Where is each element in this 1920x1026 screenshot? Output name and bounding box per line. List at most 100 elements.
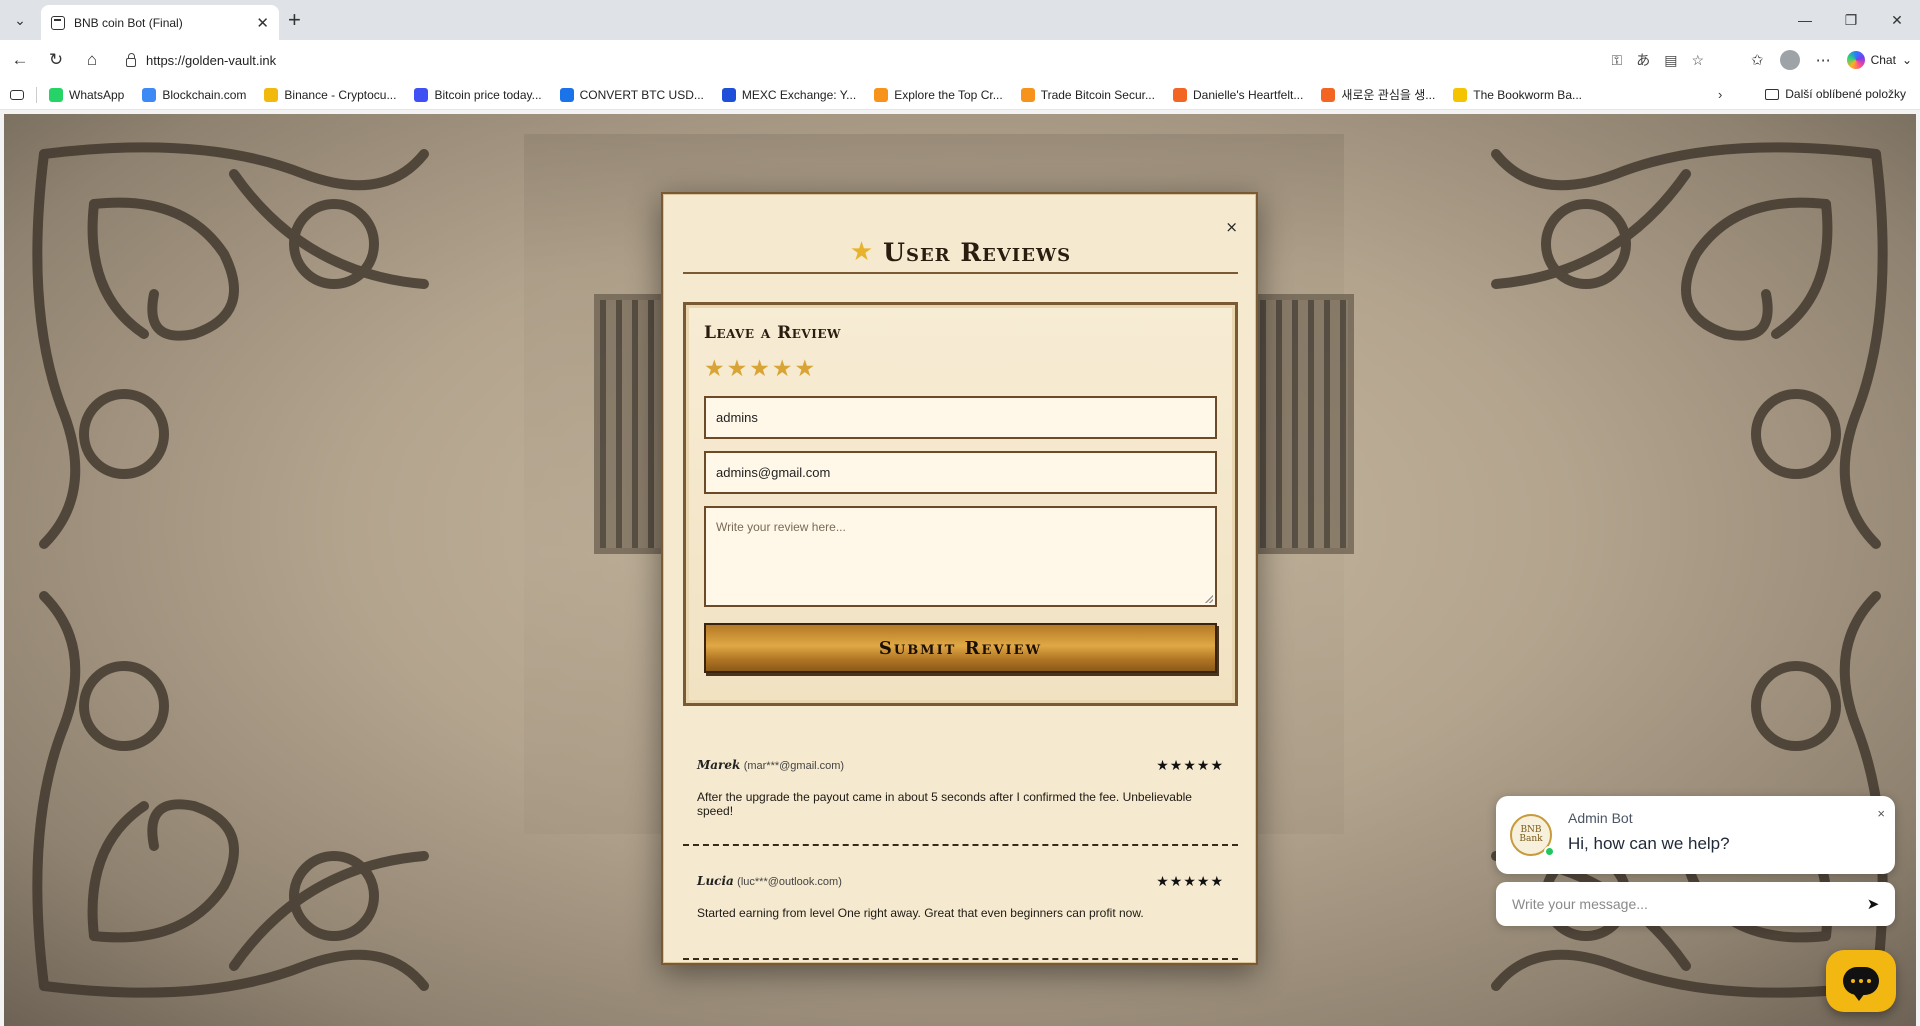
bookmark-label: 새로운 관심을 생... (1341, 88, 1436, 102)
other-bookmarks-folder[interactable]: Další oblíbené položky (1765, 87, 1906, 101)
bookmark-label: The Bookworm Ba... (1473, 87, 1582, 102)
star-rating-picker: ★ ★ ★ ★ ★ (704, 358, 1217, 381)
bookmark-favicon-icon (1453, 87, 1468, 102)
lock-icon[interactable] (126, 52, 136, 67)
new-tab-plus-icon[interactable]: + (288, 6, 301, 34)
ornament-corner-bottom-left (4, 556, 564, 1026)
bookmarks-bar: WhatsApp Blockchain.com Binance - Cryptocu… (0, 80, 1920, 110)
chat-bubble-icon (1843, 967, 1879, 1001)
bookmarks-overflow-chevron-icon[interactable]: › (1718, 87, 1722, 102)
chat-close-icon[interactable]: × (1877, 806, 1885, 821)
bookmark-label: Danielle's Heartfelt... (1192, 87, 1304, 102)
tab-favicon-icon (51, 15, 65, 30)
barred-window-right (1254, 294, 1354, 554)
reader-icon[interactable]: ▤ (1664, 52, 1677, 69)
translate-icon[interactable]: あ (1636, 50, 1650, 70)
bookmark-favicon-icon (414, 87, 429, 102)
rating-star-icon[interactable]: ★ (704, 358, 725, 381)
url-text[interactable]: https://golden-vault.ink (146, 53, 276, 68)
bookmark-item[interactable]: WhatsApp (49, 86, 124, 103)
window-controls: — ❐ ✕ (1782, 0, 1920, 40)
review-text: After the upgrade the payout came in abo… (697, 790, 1192, 818)
favorite-star-icon[interactable]: ☆ (1691, 52, 1704, 69)
window-close-icon[interactable]: ✕ (1874, 0, 1920, 40)
name-input[interactable]: admins (704, 396, 1217, 439)
bookmark-list: WhatsApp Blockchain.com Binance - Cryptocu… (49, 86, 1600, 103)
favorites-icon[interactable]: ✩ (1751, 51, 1764, 69)
review-item: Lucia (luc***@outlook.com) ★★★★★ Started… (683, 872, 1238, 960)
bookmark-item[interactable]: Bitcoin price today... (414, 86, 542, 103)
reviewer: Lucia (luc***@outlook.com) (697, 874, 842, 888)
rating-star-icon[interactable]: ★ (795, 358, 816, 381)
tab-close-icon[interactable]: ✕ (256, 14, 269, 32)
copilot-icon (1846, 51, 1865, 69)
send-icon[interactable]: ➤ (1860, 891, 1886, 917)
tab-title: BNB coin Bot (Final) (74, 15, 183, 30)
review-textarea[interactable]: Write your review here... (704, 506, 1217, 607)
bookmark-item[interactable]: Binance - Cryptocu... (264, 86, 396, 103)
bookmark-item[interactable]: The Bookworm Ba... (1453, 86, 1582, 103)
bookmark-favicon-icon (1172, 87, 1187, 102)
bookmark-label: Trade Bitcoin Secur... (1040, 87, 1155, 102)
bookmark-item[interactable]: Explore the Top Cr... (874, 86, 1003, 103)
minimize-icon[interactable]: — (1782, 0, 1828, 40)
review-item: Marek (mar***@gmail.com) ★★★★★ After the… (683, 756, 1238, 846)
bookmark-favicon-icon (142, 87, 157, 102)
back-arrow-icon[interactable]: ← (8, 48, 32, 72)
rating-star-icon[interactable]: ★ (727, 358, 748, 381)
chat-message-input[interactable]: Write your message... (1496, 882, 1895, 926)
rating-star-icon[interactable]: ★ (772, 358, 793, 381)
bookmark-item[interactable]: MEXC Exchange: Y... (721, 86, 857, 103)
bookmark-item[interactable]: 새로운 관심을 생... (1321, 86, 1435, 103)
reviewer-name: Marek (697, 758, 741, 772)
bookmark-label: CONVERT BTC USD... (579, 87, 704, 102)
reviewer-name: Lucia (697, 874, 734, 888)
folder-icon (1765, 88, 1780, 100)
chevron-down-icon: ⌄ (1901, 53, 1912, 67)
toolbar-right: ✩ ⋯ Chat ⌄ (1751, 46, 1912, 74)
bookmark-item[interactable]: CONVERT BTC USD... (559, 86, 704, 103)
bookmark-item[interactable]: Blockchain.com (142, 86, 246, 103)
bookmark-label: Explore the Top Cr... (894, 87, 1003, 102)
bookmark-favicon-icon (721, 87, 736, 102)
bookmark-favicon-icon (264, 87, 279, 102)
online-status-dot (1544, 846, 1555, 857)
star-icon: ★ (849, 237, 874, 267)
tab-strip: ⌄ BNB coin Bot (Final) ✕ + — ❐ ✕ (0, 0, 1920, 40)
reviews-modal: × ★ User Reviews Leave a Review ★ ★ ★ ★ ★ ad… (661, 192, 1258, 965)
tab-active[interactable]: BNB coin Bot (Final) ✕ (41, 5, 279, 40)
profile-avatar-icon[interactable] (1779, 50, 1800, 70)
review-text: Started earning from level One right awa… (697, 906, 1144, 920)
more-menu-icon[interactable]: ⋯ (1816, 51, 1831, 69)
bookmark-item[interactable]: Danielle's Heartfelt... (1172, 86, 1304, 103)
chat-label: Chat (1870, 53, 1896, 67)
home-icon[interactable]: ⌂ (80, 48, 104, 72)
reload-icon[interactable]: ↻ (44, 48, 68, 72)
tab-list-chevron-icon[interactable]: ⌄ (6, 6, 34, 34)
email-input[interactable]: admins@gmail.com (704, 451, 1217, 494)
restore-icon[interactable]: ❐ (1828, 0, 1874, 40)
reviewer-email: (luc***@outlook.com) (737, 876, 842, 888)
bookmark-label: WhatsApp (69, 87, 125, 102)
bookmark-item[interactable]: Trade Bitcoin Secur... (1020, 86, 1155, 103)
reviewer-email: (mar***@gmail.com) (743, 760, 845, 772)
form-title: Leave a Review (704, 323, 841, 343)
key-icon[interactable]: ⚿ (1612, 52, 1623, 69)
ornament-corner-top-left (4, 114, 564, 584)
bookmark-label: Bitcoin price today... (434, 87, 542, 102)
bookmark-label: MEXC Exchange: Y... (741, 87, 857, 102)
reviewer: Marek (mar***@gmail.com) (697, 758, 844, 772)
chat-launcher-button[interactable] (1826, 950, 1896, 1012)
bookmark-favicon-icon (874, 87, 889, 102)
modal-title: User Reviews (883, 237, 1072, 267)
rating-star-icon[interactable]: ★ (749, 358, 770, 381)
address-bar[interactable]: https://golden-vault.ink ⚿ あ ▤ ☆ (112, 45, 1712, 75)
bookmark-label: Binance - Cryptocu... (284, 87, 397, 102)
review-form: Leave a Review ★ ★ ★ ★ ★ admins admins@gmail… (683, 302, 1238, 706)
copilot-chat-button[interactable]: Chat ⌄ (1846, 51, 1912, 69)
modal-header: ★ User Reviews (683, 232, 1238, 274)
submit-review-button[interactable]: Submit Review (704, 623, 1217, 673)
bookmark-collections-icon[interactable] (10, 89, 24, 100)
review-stars: ★★★★★ (1156, 872, 1224, 889)
bot-greeting: Hi, how can we help? (1568, 834, 1730, 853)
